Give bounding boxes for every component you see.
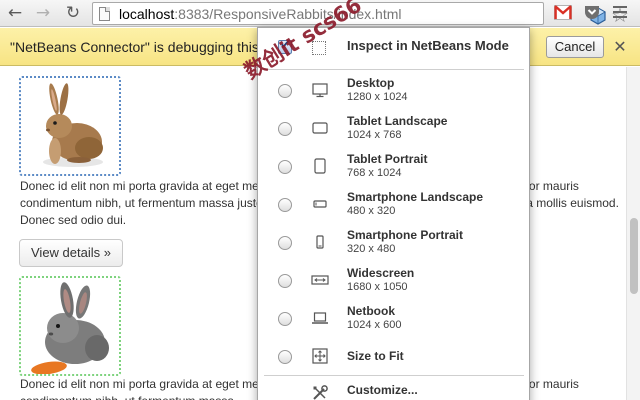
reload-button[interactable]: ↻ bbox=[62, 3, 84, 23]
radio-button[interactable] bbox=[278, 160, 292, 174]
responsive-mode-popup: ✔ Inspect in NetBeans Mode Desktop 1280 … bbox=[257, 27, 530, 400]
infobar-message: "NetBeans Connector" is debugging this bbox=[10, 39, 259, 55]
grey-rabbit-illustration bbox=[31, 282, 109, 375]
menu-divider bbox=[264, 375, 524, 376]
brown-rabbit-illustration bbox=[43, 83, 103, 167]
smartphone-landscape-icon bbox=[313, 200, 327, 208]
tools-icon bbox=[313, 385, 328, 400]
tablet-landscape-icon bbox=[312, 122, 328, 134]
radio-button[interactable] bbox=[278, 236, 292, 250]
widescreen-icon bbox=[311, 275, 329, 285]
size-to-fit-icon bbox=[312, 348, 328, 364]
option-dimensions: 320 x 480 bbox=[347, 243, 396, 255]
option-netbook[interactable]: Netbook 1024 x 600 bbox=[258, 300, 529, 338]
option-smartphone-portrait[interactable]: Smartphone Portrait 320 x 480 bbox=[258, 224, 529, 262]
pocket-icon[interactable] bbox=[584, 5, 600, 20]
view-details-button[interactable]: View details » bbox=[19, 239, 123, 267]
tablet-portrait-icon bbox=[314, 158, 326, 174]
option-smartphone-landscape[interactable]: Smartphone Landscape 480 x 320 bbox=[258, 186, 529, 224]
radio-button[interactable] bbox=[278, 198, 292, 212]
gmail-icon[interactable] bbox=[554, 5, 572, 20]
url-host: localhost bbox=[119, 6, 175, 22]
option-widescreen[interactable]: Widescreen 1680 x 1050 bbox=[258, 262, 529, 300]
option-dimensions: 1024 x 600 bbox=[347, 319, 402, 331]
option-name: Netbook bbox=[347, 304, 395, 318]
browser-menu-icon[interactable] bbox=[613, 6, 627, 20]
option-dimensions: 768 x 1024 bbox=[347, 167, 402, 179]
radio-button[interactable] bbox=[278, 274, 292, 288]
inspect-label: Inspect in NetBeans Mode bbox=[347, 38, 509, 53]
option-name: Desktop bbox=[347, 76, 395, 90]
rabbit-image-2 bbox=[19, 276, 121, 376]
netbook-icon bbox=[312, 312, 328, 324]
rabbit-image-1 bbox=[19, 76, 121, 176]
customize-menu-item[interactable]: Customize... bbox=[258, 378, 529, 400]
option-dimensions: 1024 x 768 bbox=[347, 129, 402, 141]
radio-button[interactable] bbox=[278, 350, 292, 364]
close-infobar-icon[interactable]: ✕ bbox=[612, 39, 628, 55]
option-dimensions: 1280 x 1024 bbox=[347, 91, 408, 103]
scrollbar-thumb[interactable] bbox=[630, 218, 638, 294]
option-name: Smartphone Portrait bbox=[347, 228, 464, 242]
radio-button[interactable] bbox=[278, 312, 292, 326]
option-name: Tablet Landscape bbox=[347, 114, 448, 128]
page-icon bbox=[99, 7, 110, 21]
option-size-to-fit[interactable]: Size to Fit bbox=[258, 338, 529, 376]
option-name: Widescreen bbox=[347, 266, 415, 280]
option-tablet-portrait[interactable]: Tablet Portrait 768 x 1024 bbox=[258, 148, 529, 186]
option-name: Tablet Portrait bbox=[347, 152, 428, 166]
option-name: Smartphone Landscape bbox=[347, 190, 484, 204]
option-dimensions: 480 x 320 bbox=[347, 205, 396, 217]
radio-button[interactable] bbox=[278, 84, 292, 98]
option-dimensions: 1680 x 1050 bbox=[347, 281, 408, 293]
cancel-button[interactable]: Cancel bbox=[546, 36, 604, 58]
url-path: :8383/ResponsiveRabbits/index.html bbox=[174, 6, 402, 22]
desktop-icon bbox=[312, 83, 328, 98]
option-desktop[interactable]: Desktop 1280 x 1024 bbox=[258, 72, 529, 110]
page-scrollbar[interactable] bbox=[626, 67, 640, 400]
radio-button[interactable] bbox=[278, 122, 292, 136]
customize-label: Customize... bbox=[347, 383, 418, 397]
forward-button[interactable]: → bbox=[32, 3, 54, 23]
option-name: Size to Fit bbox=[347, 349, 404, 363]
smartphone-portrait-icon bbox=[316, 235, 324, 249]
back-button[interactable]: ← bbox=[4, 3, 26, 23]
menu-divider bbox=[264, 69, 524, 70]
option-tablet-landscape[interactable]: Tablet Landscape 1024 x 768 bbox=[258, 110, 529, 148]
